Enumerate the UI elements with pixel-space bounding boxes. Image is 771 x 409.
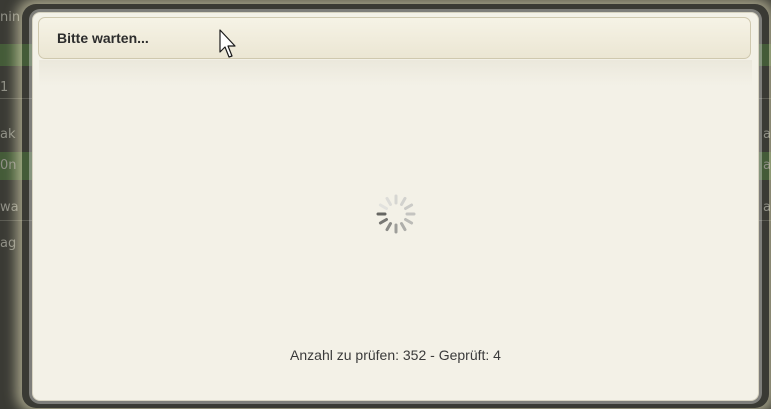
loading-spinner-icon: [376, 194, 416, 234]
background-text: 1: [0, 80, 9, 95]
mouse-pointer-icon: [219, 29, 236, 58]
header-shadow: [39, 60, 752, 86]
background-text: 0n: [0, 158, 17, 173]
background-text: ag: [0, 236, 17, 251]
dialog-header: Bitte warten...: [38, 17, 751, 59]
wait-dialog: Bitte warten... Anzahl zu prüfen: 352 - …: [32, 12, 759, 401]
progress-status-text: Anzahl zu prüfen: 352 - Geprüft: 4: [290, 347, 501, 363]
background-text: ak: [0, 127, 16, 142]
background-text: nin: [0, 10, 21, 25]
dialog-title: Bitte warten...: [57, 30, 149, 46]
background-text: wa: [0, 200, 19, 215]
